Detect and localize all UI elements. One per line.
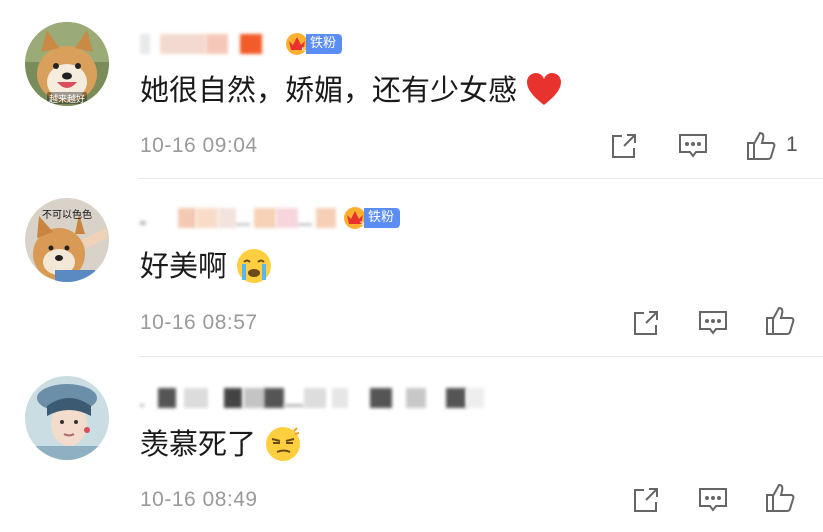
- thumbs-up-icon: [766, 483, 795, 512]
- username-redacted[interactable]: [406, 388, 426, 408]
- username-redacted[interactable]: [284, 403, 304, 407]
- username-redacted[interactable]: [254, 208, 276, 228]
- timestamp: 10-16 08:57: [140, 311, 258, 334]
- username-redacted[interactable]: [184, 388, 208, 408]
- username-redacted[interactable]: [304, 388, 326, 408]
- share-icon: [634, 311, 658, 335]
- crying-face-icon: [237, 249, 272, 283]
- username-row[interactable]: [140, 382, 484, 414]
- timestamp: 10-16 08:49: [140, 488, 258, 511]
- comment-text-row: 好美啊: [140, 246, 273, 286]
- username-redacted[interactable]: [140, 221, 146, 225]
- like-button[interactable]: [764, 483, 796, 513]
- username-redacted[interactable]: [140, 34, 150, 54]
- username-redacted[interactable]: [466, 388, 484, 408]
- comment-button[interactable]: [697, 308, 729, 338]
- username-redacted[interactable]: [370, 388, 392, 408]
- fan-badge[interactable]: 3 铁粉: [342, 205, 401, 231]
- avatar[interactable]: 越来越好: [25, 22, 109, 106]
- red-heart-icon: [527, 73, 562, 105]
- username-redacted[interactable]: [236, 222, 250, 226]
- username-redacted[interactable]: [160, 34, 206, 54]
- thumbs-up-icon: [766, 306, 795, 335]
- person-avatar-image: [25, 376, 109, 460]
- comment-item: 越来越好 5 铁粉 她很自然，娇媚，还有少女感 10-16 09:04 1: [0, 0, 823, 176]
- avatar-caption: 不可以色色: [42, 210, 92, 221]
- comment-text: 好美啊: [140, 249, 228, 283]
- comment-meta-row: 10-16 09:04: [140, 131, 823, 161]
- comment-button[interactable]: [677, 131, 709, 161]
- username-redacted[interactable]: [178, 208, 196, 228]
- username-redacted[interactable]: [158, 388, 176, 408]
- avatar[interactable]: 不可以色色: [25, 198, 109, 282]
- comment-text-row: 她很自然，娇媚，还有少女感: [140, 70, 563, 110]
- fan-badge[interactable]: 5 铁粉: [284, 31, 343, 57]
- username-redacted[interactable]: [316, 208, 336, 228]
- share-icon: [634, 488, 658, 512]
- username-redacted[interactable]: [140, 403, 144, 407]
- thumbs-up-icon: [747, 131, 776, 160]
- avatar[interactable]: [25, 376, 109, 460]
- username-redacted[interactable]: [224, 388, 242, 408]
- like-button[interactable]: [745, 131, 777, 161]
- username-redacted[interactable]: [196, 208, 218, 228]
- avatar-caption: 越来越好: [48, 95, 85, 105]
- username-row[interactable]: 3 铁粉: [140, 202, 401, 234]
- username-redacted[interactable]: [244, 388, 264, 408]
- share-icon: [612, 134, 636, 158]
- timestamp: 10-16 09:04: [140, 134, 258, 157]
- share-button[interactable]: [630, 485, 662, 515]
- username-redacted[interactable]: [206, 34, 228, 54]
- share-button[interactable]: [608, 131, 640, 161]
- username-redacted[interactable]: [276, 208, 298, 228]
- comment-text-row: 羡慕死了: [140, 424, 302, 464]
- share-button[interactable]: [630, 308, 662, 338]
- like-button[interactable]: [764, 306, 796, 336]
- username-redacted[interactable]: [332, 388, 348, 408]
- comment-text: 她很自然，娇媚，还有少女感: [140, 73, 518, 107]
- comment-button[interactable]: [697, 485, 729, 515]
- fan-badge-label: 铁粉: [364, 208, 401, 228]
- comment-icon: [679, 134, 707, 158]
- comment-text: 羡慕死了: [140, 427, 257, 461]
- username-redacted[interactable]: [298, 222, 312, 226]
- like-count: 1: [786, 133, 798, 156]
- username-redacted[interactable]: [218, 208, 236, 228]
- fan-badge-label: 铁粉: [306, 34, 343, 54]
- username-redacted[interactable]: [264, 388, 284, 408]
- comment-icon: [699, 488, 727, 512]
- comment-item: 不可以色色 3 铁粉 好美啊 10-16 08:57: [0, 178, 823, 354]
- username-redacted[interactable]: [446, 388, 466, 408]
- username-redacted[interactable]: [240, 34, 262, 54]
- username-row[interactable]: 5 铁粉: [140, 28, 343, 60]
- comment-item: 羡慕死了 10-16 08:49: [0, 356, 823, 532]
- smirk-face-icon: [266, 427, 301, 461]
- comment-icon: [699, 311, 727, 335]
